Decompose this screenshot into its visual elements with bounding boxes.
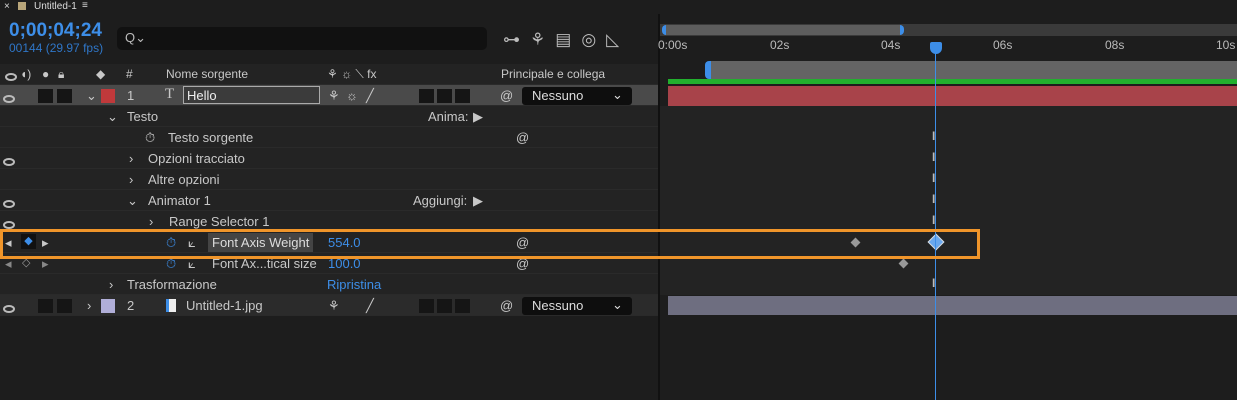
expand-chevron-icon[interactable]: ›: [129, 151, 133, 166]
layer-1-bar[interactable]: [668, 86, 1237, 106]
prop-label: Range Selector 1: [169, 214, 270, 229]
prop-label: Testo sorgente: [168, 130, 254, 145]
parent-dropdown[interactable]: Nessuno ⌄: [522, 87, 632, 105]
graph-editor-icon[interactable]: ◺: [606, 30, 629, 49]
label-color-swatch[interactable]: [101, 299, 115, 313]
timeline-rows: [660, 106, 1237, 295]
label-icon[interactable]: ◆: [96, 67, 105, 81]
parent-value: Nessuno: [532, 88, 584, 103]
search-icon: Q⌄: [125, 30, 147, 45]
comp-color-icon: [18, 2, 26, 10]
number-column: #: [126, 67, 133, 81]
animate-label: Anima:: [428, 109, 469, 124]
shy-icon[interactable]: ⚘: [530, 30, 555, 49]
collapse-switch-icon[interactable]: ☼: [346, 88, 358, 103]
playhead-handle[interactable]: [930, 42, 942, 54]
expand-chevron-icon[interactable]: ⌄: [107, 109, 118, 125]
video-toggle-icon[interactable]: [5, 70, 17, 84]
prop-label: Opzioni tracciato: [148, 151, 245, 166]
search-input[interactable]: Q⌄: [117, 27, 487, 50]
prop-testo[interactable]: ⌄ Testo Anima: ▶: [0, 106, 658, 127]
tick-label: 02s: [770, 38, 790, 52]
pickwhip-icon[interactable]: @: [516, 130, 529, 145]
current-time[interactable]: 0;00;04;24: [9, 20, 102, 42]
comp-toolbar: ⊶⚘▤◎◺: [503, 30, 629, 50]
reset-link[interactable]: Ripristina: [327, 277, 381, 292]
quality-switch-icon[interactable]: ╱: [366, 88, 374, 104]
frame-count: 00144 (29.97 fps): [9, 41, 104, 55]
layer-name-field[interactable]: Hello: [183, 86, 320, 104]
prop-label: Testo: [127, 109, 159, 124]
expand-chevron-icon[interactable]: ›: [149, 214, 153, 229]
tick-label: 06s: [993, 38, 1013, 52]
solo-icon[interactable]: ●: [42, 67, 49, 81]
frame-blend-icon[interactable]: ▤: [555, 30, 581, 49]
layer-row-2[interactable]: › 2 Untitled-1.jpg ⚘ ╱ @ Nessuno ⌄: [0, 295, 658, 316]
switches-column: ⚘ ☼ ⟍ fx: [327, 67, 377, 81]
add-label: Aggiungi:: [413, 193, 468, 208]
tab-title: Untitled-1: [34, 1, 77, 12]
add-menu-button[interactable]: ▶: [473, 193, 483, 209]
work-area-indicator: [668, 79, 1237, 84]
pickwhip-icon[interactable]: @: [500, 88, 513, 103]
source-name-column[interactable]: Nome sorgente: [166, 67, 248, 81]
image-file-icon: [166, 299, 176, 312]
stopwatch-icon[interactable]: ⏱: [145, 130, 155, 146]
navigator-bar[interactable]: [660, 24, 1237, 36]
layer-number: 1: [127, 88, 135, 103]
visibility-eye-icon[interactable]: [3, 91, 15, 106]
column-header: ◖) ● 🔒︎ ◆ # Nome sorgente ⚘ ☼ ⟍ fx Princ…: [0, 64, 658, 85]
prop-label: Animator 1: [148, 193, 211, 208]
parent-column: Principale e collega: [501, 67, 606, 81]
tick-label: 04s: [881, 38, 901, 52]
visibility-eye-icon[interactable]: [3, 154, 15, 169]
text-layer-icon: T: [165, 86, 175, 102]
prop-opzioni[interactable]: › Opzioni tracciato: [0, 148, 658, 169]
prop-animator[interactable]: ⌄ Animator 1 Aggiungi: ▶: [0, 190, 658, 211]
selection-highlight: [0, 229, 980, 259]
expand-chevron-icon[interactable]: ›: [109, 277, 113, 292]
expand-chevron-icon[interactable]: ›: [87, 298, 91, 313]
shy-switch-icon[interactable]: ⚘: [328, 88, 340, 104]
prop-label: Trasformazione: [127, 277, 217, 292]
visibility-eye-icon[interactable]: [3, 301, 15, 316]
animate-menu-button[interactable]: ▶: [473, 109, 483, 125]
expand-chevron-icon[interactable]: ⌄: [127, 193, 138, 209]
expand-chevron-icon[interactable]: ›: [129, 172, 133, 187]
chevron-down-icon: ⌄: [612, 87, 623, 102]
prop-label: Altre opzioni: [148, 172, 220, 187]
work-area-bar[interactable]: [705, 61, 1237, 79]
audio-icon[interactable]: ◖): [20, 67, 31, 81]
visibility-eye-icon[interactable]: [3, 196, 15, 211]
prop-trasformazione[interactable]: › Trasformazione Ripristina: [0, 274, 658, 295]
layer-name[interactable]: Untitled-1.jpg: [186, 298, 263, 313]
quality-switch-icon[interactable]: ╱: [366, 298, 374, 314]
close-tab-button[interactable]: ×: [4, 1, 10, 12]
lock-icon[interactable]: 🔒︎: [58, 67, 64, 82]
tick-label: 08s: [1105, 38, 1125, 52]
tick-label: 0:00s: [658, 38, 688, 52]
motion-blur-icon[interactable]: ◎: [581, 30, 606, 49]
shy-switch-icon[interactable]: ⚘: [328, 298, 340, 314]
tab-menu-icon[interactable]: ≡: [82, 0, 88, 11]
tick-label: 10s: [1216, 38, 1236, 52]
chevron-down-icon: ⌄: [612, 297, 623, 312]
parent-dropdown[interactable]: Nessuno ⌄: [522, 297, 632, 315]
navigator-range[interactable]: [662, 25, 904, 35]
layer-number: 2: [127, 298, 135, 313]
parent-value: Nessuno: [532, 298, 584, 313]
prop-altre[interactable]: › Altre opzioni: [0, 169, 658, 190]
prop-testo-sorgente[interactable]: ⏱ Testo sorgente @: [0, 127, 658, 148]
playhead-line[interactable]: [935, 48, 936, 400]
flowchart-icon[interactable]: ⊶: [503, 30, 530, 49]
layer-2-bar[interactable]: [668, 296, 1237, 315]
composition-tab[interactable]: × Untitled-1 ≡: [0, 0, 660, 14]
label-color-swatch[interactable]: [101, 89, 115, 103]
layer-row-1[interactable]: ⌄ 1 T Hello ⚘ ☼ ╱ @ Nessuno ⌄: [0, 85, 658, 106]
pickwhip-icon[interactable]: @: [500, 298, 513, 313]
time-ruler[interactable]: 0:00s 02s 04s 06s 08s 10s: [658, 37, 1237, 61]
collapse-chevron-icon[interactable]: ⌄: [86, 88, 97, 104]
